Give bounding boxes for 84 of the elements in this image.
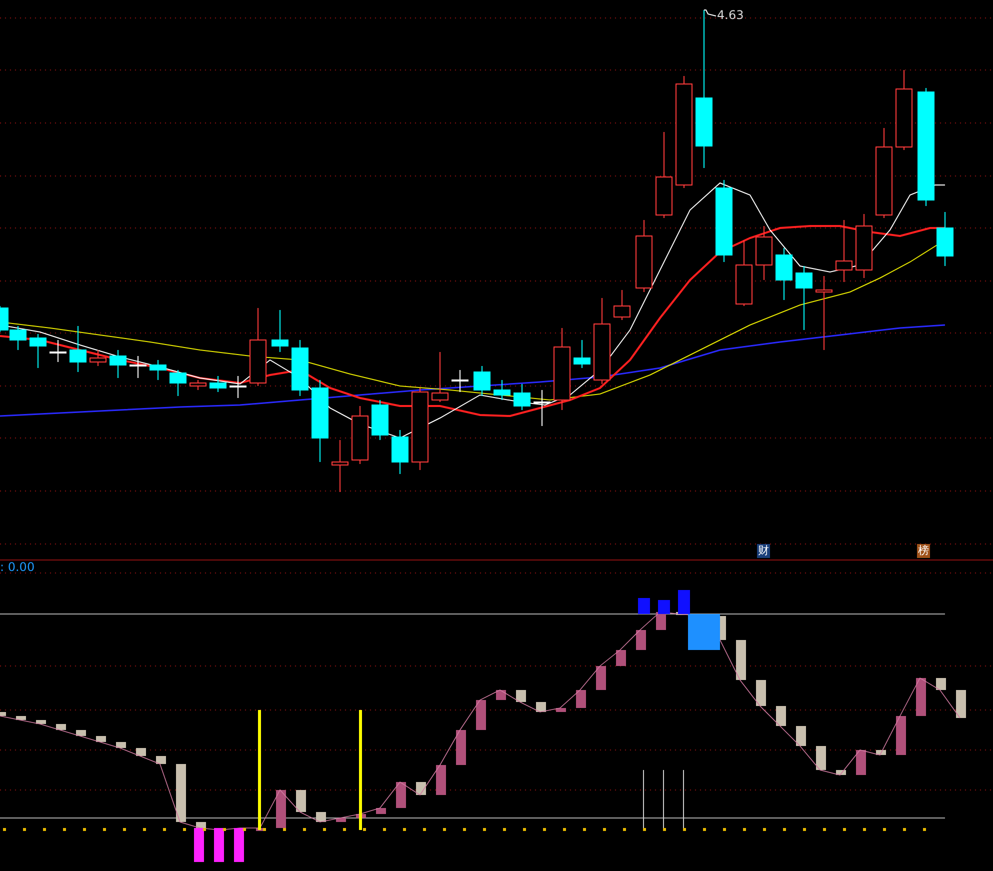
- candlestick: [432, 352, 448, 402]
- candlestick: [756, 226, 772, 280]
- histogram-bar: [176, 764, 186, 822]
- histogram-bar: [16, 716, 26, 720]
- histogram-bar: [416, 782, 426, 795]
- histogram-bar: [776, 706, 786, 726]
- histogram-bar: [796, 726, 806, 746]
- signal-line: [663, 770, 664, 828]
- histogram-bar: [476, 700, 486, 730]
- histogram-bar: [336, 818, 346, 822]
- candlestick: [574, 340, 590, 368]
- candlestick: [392, 430, 408, 474]
- histogram-bar: [916, 678, 926, 716]
- histogram-bar: [576, 690, 586, 708]
- candlestick: [534, 390, 550, 426]
- histogram-bar: [638, 598, 650, 614]
- histogram-bar: [636, 630, 646, 650]
- histogram-bar: [234, 828, 244, 862]
- candlestick: [614, 290, 630, 320]
- histogram-bar: [436, 765, 446, 795]
- candlestick: [936, 212, 954, 266]
- histogram-bar: [116, 742, 126, 748]
- histogram-bar: [276, 790, 286, 828]
- histogram-bar: [296, 790, 306, 812]
- histogram-bar: [36, 720, 46, 724]
- histogram-bar: [876, 750, 886, 755]
- histogram-bar: [516, 690, 526, 702]
- histogram-bar: [536, 702, 546, 712]
- candlestick: [210, 376, 226, 392]
- candlestick: [230, 376, 246, 398]
- histogram-bar: [736, 640, 746, 680]
- candlestick: [372, 400, 388, 440]
- histogram-bar: [956, 690, 966, 718]
- candlestick: [30, 334, 46, 368]
- candlestick: [836, 220, 852, 282]
- candlestick: [170, 370, 186, 396]
- histogram-bar: [376, 808, 386, 814]
- histogram-bar: [656, 612, 666, 630]
- candlestick: [352, 406, 368, 464]
- candlestick: [452, 370, 468, 392]
- histogram-bar: [896, 716, 906, 755]
- histogram-bar: [936, 678, 946, 690]
- candlestick: [190, 380, 206, 390]
- histogram-bar: [76, 730, 86, 736]
- histogram-bar: [496, 690, 506, 700]
- event-marker[interactable]: 榜: [917, 544, 930, 558]
- histogram-bar: [0, 712, 6, 716]
- candlestick: [796, 266, 812, 330]
- histogram-bar: [56, 724, 66, 730]
- candlestick: [110, 350, 126, 378]
- histogram-bar: [316, 812, 326, 822]
- event-marker[interactable]: 财: [757, 544, 770, 558]
- indicator-value: : 0.00: [0, 560, 35, 574]
- histogram-bar: [616, 650, 626, 666]
- histogram-bar: [156, 756, 166, 764]
- candlestick: [90, 350, 106, 366]
- histogram-bar: [836, 770, 846, 775]
- signal-line: [643, 770, 644, 828]
- histogram-bar: [456, 730, 466, 765]
- histogram-bar: [816, 746, 826, 770]
- histogram-bar: [214, 828, 224, 862]
- candlestick: [70, 326, 86, 372]
- histogram-bar: [136, 748, 146, 756]
- candlestick: [856, 214, 872, 278]
- histogram-bar: [96, 736, 106, 742]
- candlestick: [474, 366, 490, 396]
- candlestick: [50, 340, 66, 362]
- candlestick: [332, 440, 348, 492]
- signal-line: [683, 770, 684, 828]
- histogram-bar: [396, 782, 406, 808]
- candlestick: [776, 248, 792, 300]
- candlestick: [130, 356, 146, 378]
- high-price-label: 4.63: [717, 8, 744, 22]
- candlestick: [150, 360, 166, 380]
- histogram-bar: [556, 708, 566, 712]
- histogram-bar: [596, 666, 606, 690]
- histogram-bar: [756, 680, 766, 706]
- candlestick: [292, 340, 308, 396]
- histogram-bar: [658, 600, 670, 614]
- histogram-bar: [856, 750, 866, 775]
- candlestick: [514, 384, 530, 410]
- candlestick: [736, 240, 752, 306]
- candlestick: [494, 380, 510, 400]
- candlestick: [272, 310, 288, 352]
